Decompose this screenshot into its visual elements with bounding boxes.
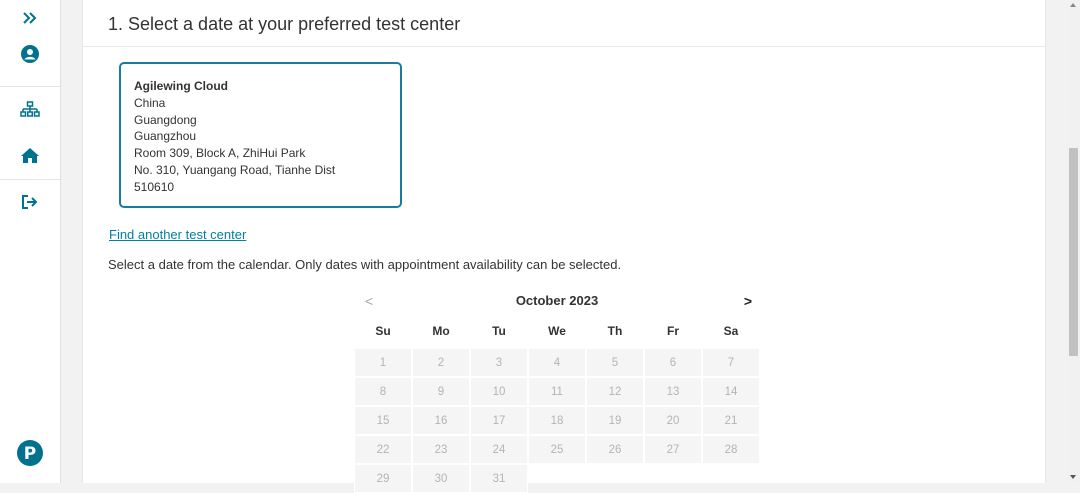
sitemap-icon[interactable]	[0, 98, 60, 122]
calendar-days-grid: 1 2 3 4 5 6 7 8 9 10 11 12 13 14 15 16 1…	[354, 348, 760, 493]
calendar-day-disabled: 8	[354, 377, 412, 406]
address-line: China	[134, 95, 166, 110]
calendar-day-disabled: 21	[702, 406, 760, 435]
weekday-header-row: Su Mo Tu We Th Fr Sa	[354, 314, 760, 348]
calendar-day-disabled: 18	[528, 406, 586, 435]
calendar-day-disabled: 12	[586, 377, 644, 406]
calendar-month-label: October 2023	[515, 293, 599, 308]
calendar-day-disabled: 19	[586, 406, 644, 435]
calendar-day-disabled: 9	[412, 377, 470, 406]
scrollbar-thumb[interactable]	[1069, 148, 1078, 356]
sign-out-icon[interactable]	[0, 190, 60, 214]
next-month-button[interactable]: >	[744, 293, 752, 309]
address-line: Guangzhou	[134, 129, 197, 144]
test-center-name: Agilewing Cloud	[134, 79, 228, 93]
test-center-card: Agilewing Cloud China Guangdong Guangzho…	[119, 62, 402, 208]
calendar-day-disabled: 27	[644, 435, 702, 464]
calendar-day-disabled: 20	[644, 406, 702, 435]
calendar-day-disabled: 1	[354, 348, 412, 377]
weekday-label: Sa	[723, 324, 739, 338]
calendar-day-disabled: 10	[470, 377, 528, 406]
calendar-day-disabled: 13	[644, 377, 702, 406]
user-icon[interactable]	[0, 42, 60, 66]
step-title: 1. Select a date at your preferred test …	[108, 14, 461, 34]
calendar-day-disabled: 17	[470, 406, 528, 435]
calendar-day-disabled: 16	[412, 406, 470, 435]
calendar-day-disabled: 30	[412, 464, 470, 493]
calendar-day-disabled: 2	[412, 348, 470, 377]
scroll-up-arrow-icon[interactable]	[1070, 3, 1076, 7]
calendar-day-disabled: 23	[412, 435, 470, 464]
calendar-day-disabled: 29	[354, 464, 412, 493]
calendar-day-disabled: 7	[702, 348, 760, 377]
calendar-day-disabled: 4	[528, 348, 586, 377]
calendar-day-disabled: 28	[702, 435, 760, 464]
calendar-day-disabled: 11	[528, 377, 586, 406]
address-line: Room 309, Block A, ZhiHui Park	[134, 146, 306, 161]
calendar-day-disabled: 15	[354, 406, 412, 435]
calendar: < October 2023 > Su Mo Tu We Th Fr Sa 1 …	[354, 288, 760, 493]
calendar-day-disabled: 25	[528, 435, 586, 464]
weekday-label: Fr	[667, 324, 679, 338]
weekday-label: Th	[607, 324, 623, 338]
vertical-scrollbar[interactable]	[1067, 0, 1080, 483]
calendar-day-disabled: 22	[354, 435, 412, 464]
calendar-day-disabled: 6	[644, 348, 702, 377]
weekday-label: Su	[375, 324, 391, 338]
weekday-label: We	[548, 324, 566, 338]
calendar-day-disabled: 31	[470, 464, 528, 493]
calendar-day-disabled: 5	[586, 348, 644, 377]
left-sidebar: P	[0, 0, 61, 483]
divider	[83, 46, 1045, 47]
calendar-day-disabled: 26	[586, 435, 644, 464]
main-panel: 1. Select a date at your preferred test …	[82, 0, 1046, 493]
pearson-logo-icon[interactable]: P	[0, 439, 60, 467]
instruction-text: Select a date from the calendar. Only da…	[108, 257, 622, 272]
scroll-down-arrow-icon[interactable]	[1070, 475, 1076, 479]
expand-icon[interactable]	[0, 8, 60, 28]
calendar-day-disabled: 14	[702, 377, 760, 406]
calendar-header: < October 2023 >	[354, 288, 760, 314]
weekday-label: Tu	[492, 324, 506, 338]
calendar-day-disabled: 24	[470, 435, 528, 464]
address-line: 510610	[134, 179, 175, 194]
address-line: No. 310, Yuangang Road, Tianhe Dist	[134, 162, 336, 177]
svg-text:P: P	[24, 444, 36, 464]
weekday-label: Mo	[432, 324, 450, 338]
home-icon[interactable]	[0, 143, 60, 167]
address-line: Guangdong	[134, 112, 197, 127]
find-another-test-center-link[interactable]: Find another test center	[109, 227, 246, 242]
calendar-day-disabled: 3	[470, 348, 528, 377]
